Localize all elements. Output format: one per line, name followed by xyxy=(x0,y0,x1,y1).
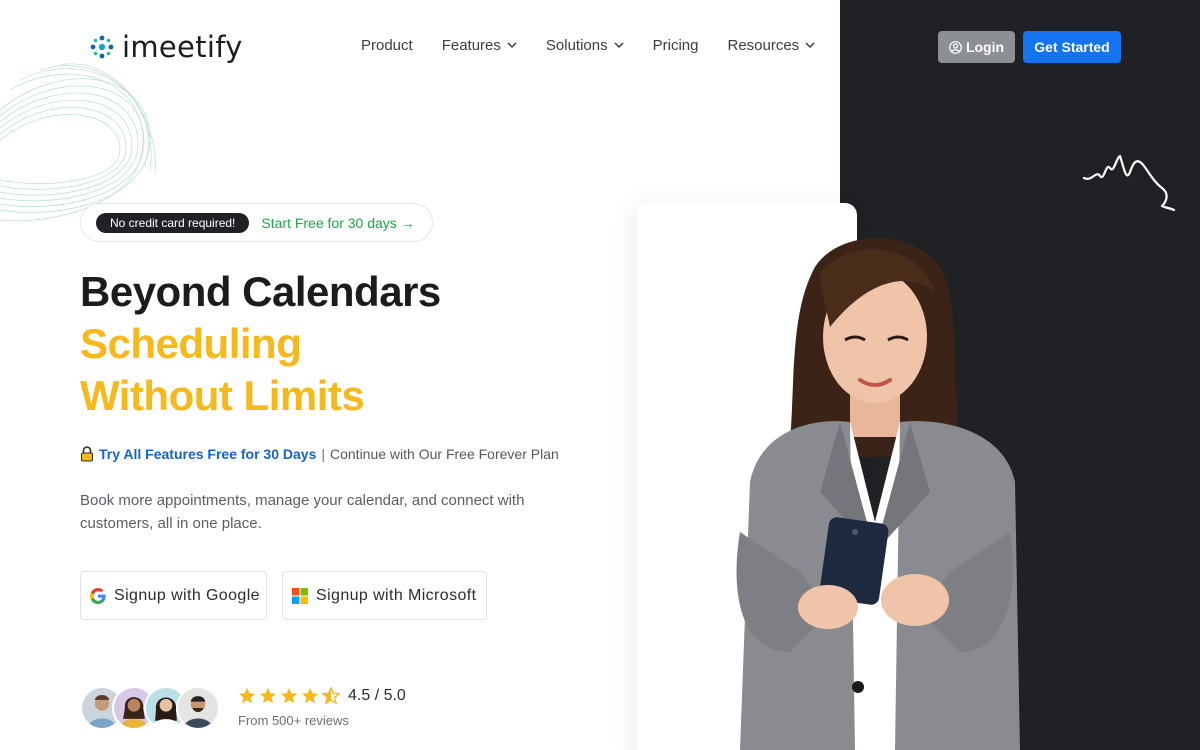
half-star-icon xyxy=(322,687,340,705)
try-all-features-link[interactable]: Try All Features Free for 30 Days xyxy=(99,446,316,462)
reviewer-avatars xyxy=(80,686,220,730)
chevron-down-icon xyxy=(614,42,624,49)
trial-separator: | xyxy=(321,446,325,462)
brand-name: imeetify xyxy=(122,30,243,64)
user-circle-icon xyxy=(949,40,962,54)
nav-solutions[interactable]: Solutions xyxy=(546,37,624,54)
signup-microsoft-label: Signup with Microsoft xyxy=(316,586,477,604)
hero-person-image xyxy=(736,238,1020,750)
nav-features[interactable]: Features xyxy=(442,37,517,54)
star-icon xyxy=(280,687,298,704)
free-trial-pill[interactable]: No credit card required! Start Free for … xyxy=(80,203,433,242)
brand-logo[interactable]: imeetify xyxy=(88,30,243,64)
nav-product[interactable]: Product xyxy=(361,37,413,54)
rating-stars: 4.5 / 5.0 xyxy=(238,687,406,705)
rating-text: 4.5 / 5.0 xyxy=(348,687,406,704)
nav-solutions-label: Solutions xyxy=(545,37,608,54)
signup-google-label: Signup with Google xyxy=(114,586,260,604)
no-credit-card-badge: No credit card required! xyxy=(96,212,250,233)
get-started-button[interactable]: Get Started xyxy=(1023,31,1121,63)
google-icon xyxy=(90,587,106,604)
avatar xyxy=(176,686,220,730)
signup-microsoft-button[interactable]: Signup with Microsoft xyxy=(282,571,487,620)
hero-description: Book more appointments, manage your cale… xyxy=(80,492,525,532)
chevron-down-icon xyxy=(805,42,815,49)
star-icon xyxy=(238,687,256,704)
nav-product-label: Product xyxy=(361,37,413,54)
star-icon xyxy=(301,687,319,704)
start-free-link[interactable]: Start Free for 30 days → xyxy=(261,215,414,231)
headline-line-2: Scheduling xyxy=(80,320,302,367)
nav-pricing-label: Pricing xyxy=(652,37,699,54)
nav-resources-label: Resources xyxy=(727,37,800,54)
squiggle-decoration xyxy=(1082,154,1176,212)
headline-line-1: Beyond Calendars xyxy=(80,268,441,315)
headline-line-3: Without Limits xyxy=(80,372,365,419)
star-icon xyxy=(259,687,277,704)
login-label: Login xyxy=(965,39,1005,55)
signup-google-button[interactable]: Signup with Google xyxy=(80,571,267,620)
chevron-down-icon xyxy=(507,42,517,49)
get-started-label: Get Started xyxy=(1034,39,1110,55)
logo-dots-icon xyxy=(90,35,114,59)
reviews-count: From 500+ reviews xyxy=(238,713,349,728)
trial-row: Try All Features Free for 30 Days | Cont… xyxy=(80,446,559,462)
nav-pricing[interactable]: Pricing xyxy=(653,37,699,54)
lock-icon xyxy=(81,446,93,462)
nav-features-label: Features xyxy=(441,37,501,54)
login-button[interactable]: Login xyxy=(938,31,1015,63)
nav-resources[interactable]: Resources xyxy=(727,37,815,54)
main-nav: Product Features Solutions Pricing Resou… xyxy=(361,37,815,54)
microsoft-icon xyxy=(292,587,308,604)
free-forever-text: Continue with Our Free Forever Plan xyxy=(330,446,559,462)
